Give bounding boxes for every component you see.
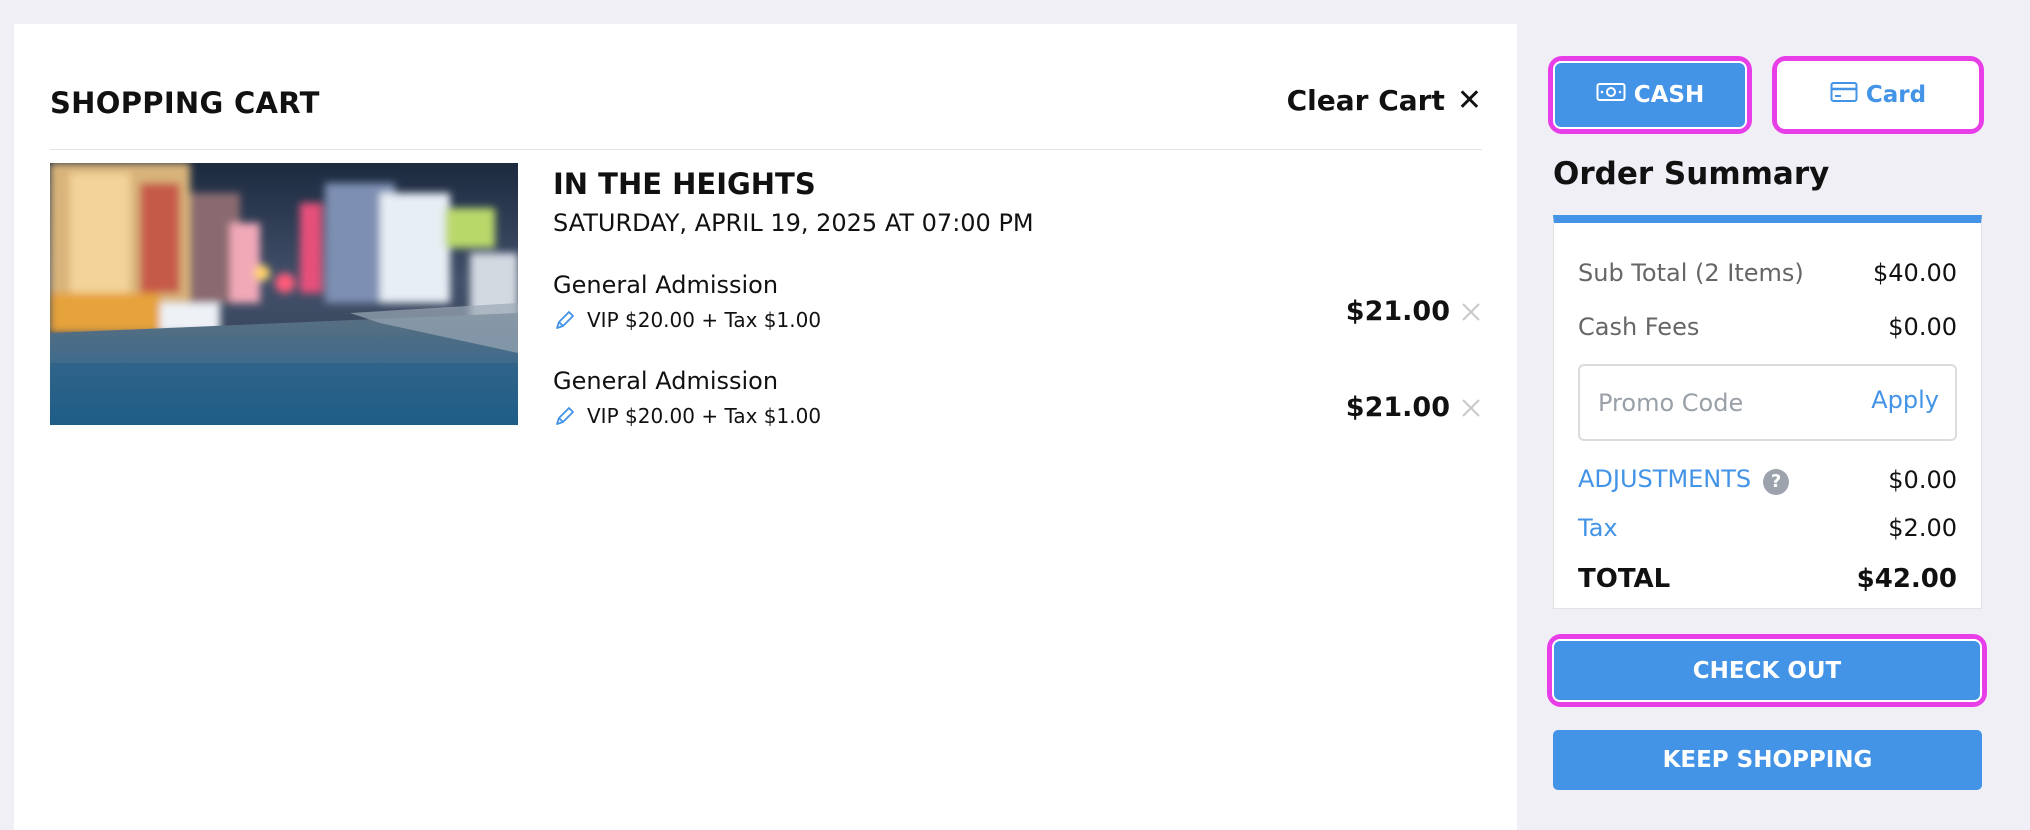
ticket-price: $21.00 xyxy=(1345,392,1450,423)
pencil-icon[interactable] xyxy=(553,404,577,428)
cart-panel: SHOPPING CART Clear Cart ✕ IN THE HEIGHT… xyxy=(14,24,1517,830)
ticket-row: General Admission VIP $20.00 + Tax $1.00… xyxy=(553,364,1482,434)
close-icon: ✕ xyxy=(1456,82,1482,118)
remove-ticket-icon[interactable] xyxy=(1460,392,1482,422)
clear-cart-label: Clear Cart xyxy=(1286,84,1445,117)
ticket-detail: VIP $20.00 + Tax $1.00 xyxy=(553,307,821,333)
cash-fees-label: Cash Fees xyxy=(1578,313,1700,341)
event-image xyxy=(50,163,518,425)
cart-header: SHOPPING CART Clear Cart ✕ xyxy=(50,60,1482,150)
promo-code-field: Apply xyxy=(1578,364,1957,441)
ticket-type: General Admission xyxy=(553,367,779,395)
pencil-icon[interactable] xyxy=(553,308,577,332)
tax-value: $2.00 xyxy=(1888,514,1957,542)
total-label: TOTAL xyxy=(1578,564,1671,594)
ticket-detail: VIP $20.00 + Tax $1.00 xyxy=(553,403,821,429)
clear-cart-button[interactable]: Clear Cart ✕ xyxy=(1287,84,1482,117)
remove-ticket-icon[interactable] xyxy=(1460,296,1482,326)
tax-row: Tax $2.00 xyxy=(1578,511,1957,545)
cash-payment-inner: CASH xyxy=(1553,61,1747,129)
total-value: $42.00 xyxy=(1856,564,1957,594)
event-info: IN THE HEIGHTS SATURDAY, APRIL 19, 2025 … xyxy=(553,164,1482,428)
ticket-type: General Admission xyxy=(553,271,779,299)
cash-payment-button[interactable]: CASH xyxy=(1548,56,1752,134)
card-payment-inner: Card xyxy=(1777,61,1979,129)
card-label: Card xyxy=(1865,82,1927,108)
order-summary-box: Sub Total (2 Items) $40.00 Cash Fees $0.… xyxy=(1553,215,1982,609)
ticket-row: General Admission VIP $20.00 + Tax $1.00… xyxy=(553,268,1482,338)
credit-card-icon xyxy=(1830,81,1858,109)
checkout-button[interactable]: CHECK OUT xyxy=(1547,634,1987,707)
checkout-label: CHECK OUT xyxy=(1552,639,1982,702)
cash-label: CASH xyxy=(1633,82,1705,108)
subtotal-label: Sub Total (2 Items) xyxy=(1578,259,1804,287)
cash-fees-row: Cash Fees $0.00 xyxy=(1578,310,1957,344)
tax-label[interactable]: Tax xyxy=(1578,514,1618,542)
cart-title: SHOPPING CART xyxy=(50,86,320,120)
adjustments-value: $0.00 xyxy=(1888,466,1957,494)
event-name: IN THE HEIGHTS xyxy=(553,167,816,201)
card-payment-button[interactable]: Card xyxy=(1772,56,1984,134)
cash-fees-value: $0.00 xyxy=(1888,313,1957,341)
ticket-price: $21.00 xyxy=(1345,296,1450,327)
event-date: SATURDAY, APRIL 19, 2025 AT 07:00 PM xyxy=(553,209,1034,237)
total-row: TOTAL $42.00 xyxy=(1578,562,1957,596)
ticket-detail-text: VIP $20.00 + Tax $1.00 xyxy=(587,308,822,332)
subtotal-row: Sub Total (2 Items) $40.00 xyxy=(1578,256,1957,290)
apply-promo-button[interactable]: Apply xyxy=(1871,386,1939,414)
keep-shopping-button[interactable]: KEEP SHOPPING xyxy=(1553,730,1982,790)
order-summary-title: Order Summary xyxy=(1553,156,1830,192)
help-icon[interactable]: ? xyxy=(1763,468,1790,495)
promo-code-input[interactable] xyxy=(1598,384,1848,422)
cash-icon xyxy=(1596,82,1626,108)
adjustments-label[interactable]: ADJUSTMENTS xyxy=(1578,465,1751,493)
adjustments-label-wrap: ADJUSTMENTS? xyxy=(1578,465,1790,495)
adjustments-row: ADJUSTMENTS? $0.00 xyxy=(1578,463,1957,497)
ticket-detail-text: VIP $20.00 + Tax $1.00 xyxy=(587,404,822,428)
subtotal-value: $40.00 xyxy=(1873,259,1957,287)
